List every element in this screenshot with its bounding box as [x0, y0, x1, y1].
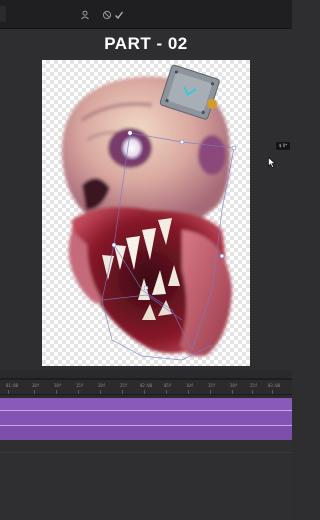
tick-mark [166, 390, 167, 394]
tick-label: 20f [230, 383, 238, 388]
tick-mark [210, 390, 211, 394]
tick-mark [34, 390, 35, 394]
tick-label: 10f [54, 383, 62, 388]
tick-label: 02:00 [140, 383, 153, 388]
track-divider [0, 410, 292, 411]
track-divider [0, 425, 292, 426]
tick-mark [188, 390, 189, 394]
tick-label: 05f [164, 383, 172, 388]
tick-label: 15f [76, 383, 84, 388]
zombie-skull-illustration [61, 64, 237, 361]
user-icon[interactable] [80, 10, 90, 20]
tick-mark [252, 390, 253, 394]
tick-label: 15f [208, 383, 216, 388]
tick-label: 25f [250, 383, 258, 388]
tick-label: 20f [98, 383, 106, 388]
tick-label: 30f [32, 383, 40, 388]
tick-label: 10f [186, 383, 194, 388]
timeline-track-2[interactable] [0, 411, 292, 425]
tick-label: 01:00 [6, 383, 19, 388]
cancel-icon[interactable] [102, 10, 112, 20]
tick-mark [8, 390, 9, 394]
value-badge: $ 0* [276, 142, 290, 150]
tick-mark [78, 390, 79, 394]
tick-label: 03:00 [268, 383, 281, 388]
timeline-track-3[interactable] [0, 426, 292, 440]
tick-mark [100, 390, 101, 394]
timeline-track-1[interactable] [0, 398, 292, 410]
tick-label: 25f [120, 383, 128, 388]
pointer-cursor-icon [268, 153, 276, 172]
checkmark-icon[interactable] [114, 10, 124, 20]
timeline-ruler[interactable]: 01:00 30f 10f 15f 20f 25f 02:00 05f 10f … [0, 380, 292, 395]
tick-mark [144, 390, 145, 394]
toolbar-edge [0, 6, 6, 22]
part-title: PART - 02 [104, 34, 188, 53]
track-divider [0, 452, 292, 453]
tick-mark [122, 390, 123, 394]
tick-mark [232, 390, 233, 394]
tick-mark [272, 390, 273, 394]
top-toolbar [0, 0, 292, 29]
tick-mark [56, 390, 57, 394]
artwork-canvas[interactable] [42, 60, 250, 366]
